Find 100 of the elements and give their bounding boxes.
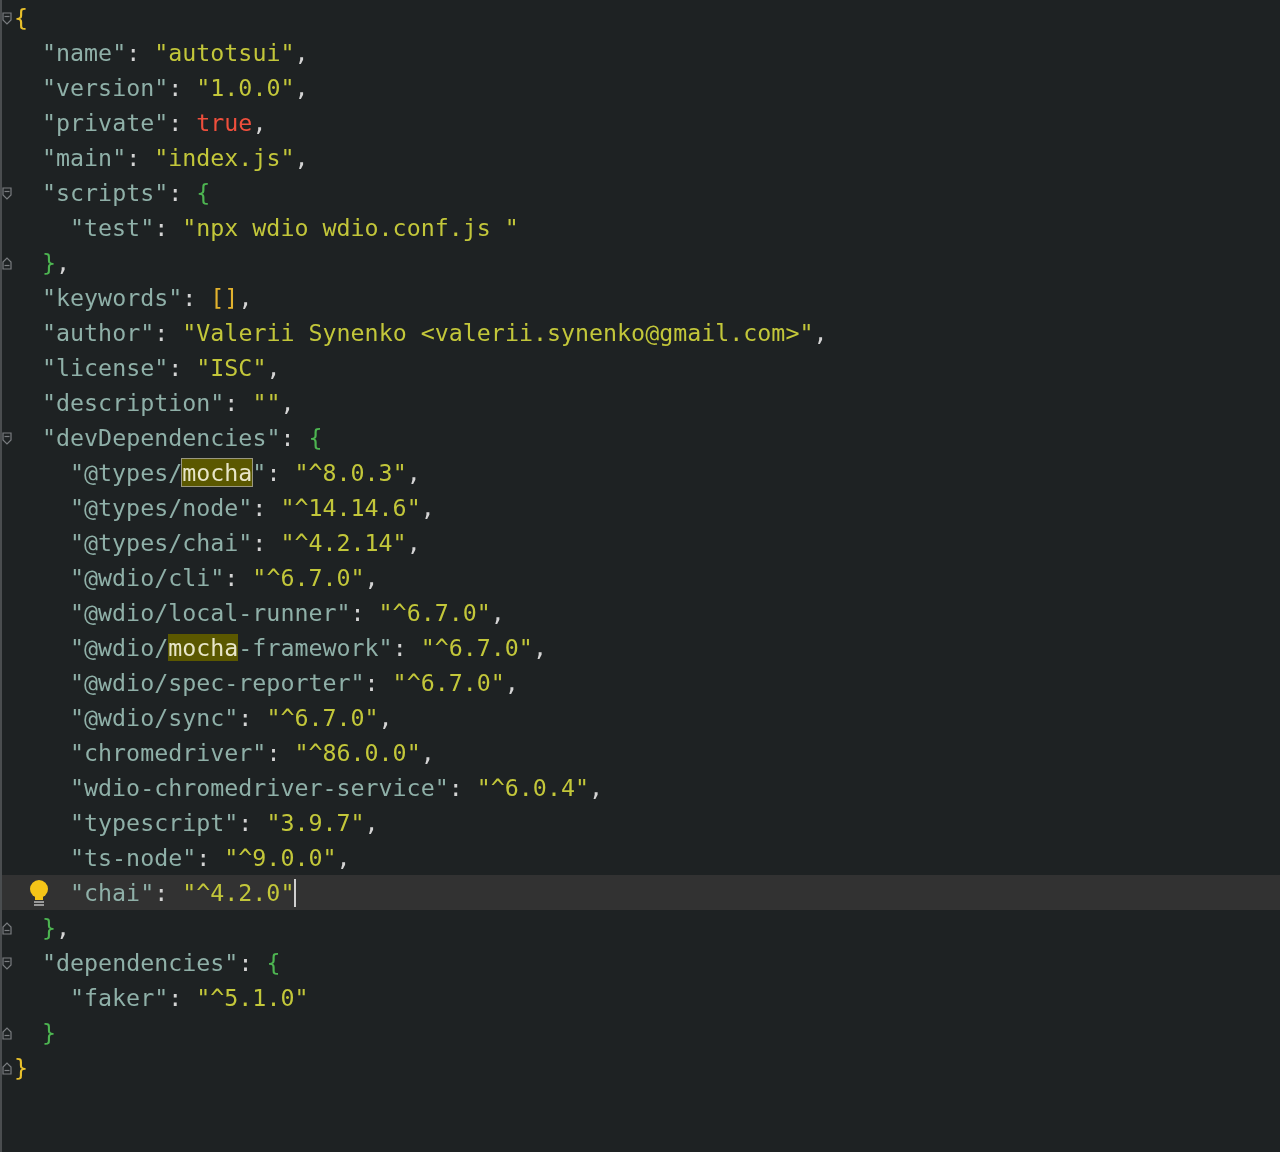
json-key: "@wdio/	[70, 634, 169, 661]
json-key: "faker"	[70, 984, 169, 1011]
json-string: "npx wdio wdio.conf.js "	[182, 214, 519, 241]
json-key: -framework"	[238, 634, 393, 661]
json-key: "chromedriver"	[70, 739, 267, 766]
json-punctuation: :	[238, 704, 254, 731]
json-punctuation: ,	[294, 74, 309, 101]
json-string: "^9.0.0"	[224, 844, 337, 871]
json-string: "^4.2.0"	[182, 879, 295, 906]
json-key: "typescript"	[70, 809, 239, 836]
json-punctuation: ,	[589, 774, 603, 801]
json-brace: {	[266, 949, 281, 976]
json-punctuation: :	[364, 669, 380, 696]
json-punctuation: ,	[266, 354, 281, 381]
json-punctuation: :	[350, 599, 366, 626]
json-punctuation: :	[280, 424, 296, 451]
json-key: "chai"	[70, 879, 155, 906]
json-key: "author"	[42, 319, 155, 346]
json-key: "@wdio/spec-reporter"	[70, 669, 365, 696]
json-key: "@wdio/cli"	[70, 564, 225, 591]
json-punctuation: ,	[364, 564, 379, 591]
json-punctuation: ,	[294, 39, 309, 66]
json-key: "@wdio/sync"	[70, 704, 239, 731]
json-key: "wdio-chromedriver-service"	[70, 774, 449, 801]
json-brace: {	[196, 179, 211, 206]
json-punctuation: :	[224, 564, 240, 591]
json-brace: }	[42, 914, 57, 941]
json-punctuation: ,	[294, 144, 309, 171]
json-punctuation: :	[392, 634, 408, 661]
json-boolean: true	[196, 109, 253, 136]
json-key: "@wdio/local-runner"	[70, 599, 351, 626]
json-punctuation: ,	[280, 389, 295, 416]
json-string: "^6.7.0"	[378, 599, 491, 626]
json-punctuation: ,	[420, 739, 435, 766]
json-punctuation: ,	[364, 809, 379, 836]
json-string: "^14.14.6"	[280, 494, 421, 521]
json-string: "^6.7.0"	[420, 634, 533, 661]
json-string: "^86.0.0"	[294, 739, 421, 766]
lightbulb-icon[interactable]	[28, 879, 50, 907]
json-punctuation: :	[126, 144, 142, 171]
json-string: "3.9.7"	[266, 809, 365, 836]
json-punctuation: :	[168, 179, 184, 206]
json-punctuation: :	[168, 354, 184, 381]
json-punctuation: :	[182, 284, 198, 311]
json-string: "^5.1.0"	[196, 984, 309, 1011]
json-punctuation: :	[224, 389, 240, 416]
json-key: "@types/node"	[70, 494, 253, 521]
json-string: "Valerii Synenko <valerii.synenko@gmail.com>"	[182, 319, 814, 346]
json-string: ""	[252, 389, 281, 416]
json-string: "^6.7.0"	[252, 564, 365, 591]
json-key: "name"	[42, 39, 127, 66]
json-key: "license"	[42, 354, 169, 381]
json-brace: }	[42, 249, 57, 276]
json-punctuation: :	[154, 879, 170, 906]
json-punctuation: ,	[238, 284, 253, 311]
json-brace: {	[14, 4, 29, 31]
text-cursor	[294, 878, 297, 907]
json-key: "@types/chai"	[70, 529, 253, 556]
json-key: "version"	[42, 74, 169, 101]
json-punctuation: :	[196, 844, 212, 871]
json-punctuation: ,	[813, 319, 828, 346]
json-punctuation: ,	[532, 634, 547, 661]
json-brace: {	[308, 424, 323, 451]
json-key: "private"	[42, 109, 169, 136]
json-string: "^4.2.14"	[280, 529, 407, 556]
json-punctuation: ,	[56, 249, 71, 276]
json-punctuation: ,	[490, 599, 505, 626]
json-punctuation: :	[154, 214, 170, 241]
json-punctuation: :	[168, 984, 184, 1011]
json-brace: }	[42, 1019, 57, 1046]
json-key: "test"	[70, 214, 155, 241]
json-string: "1.0.0"	[196, 74, 295, 101]
json-punctuation: :	[238, 809, 254, 836]
search-match-highlight: mocha	[168, 634, 239, 661]
json-string: "index.js"	[154, 144, 295, 171]
json-punctuation: ,	[378, 704, 393, 731]
json-string: "ISC"	[196, 354, 267, 381]
json-string: "^8.0.3"	[294, 459, 407, 486]
json-punctuation: ,	[420, 494, 435, 521]
json-key: "dependencies"	[42, 949, 239, 976]
json-string: "^6.7.0"	[266, 704, 379, 731]
json-key: "	[252, 459, 267, 486]
json-punctuation: :	[126, 39, 142, 66]
json-key: "devDependencies"	[42, 424, 281, 451]
json-punctuation: :	[252, 529, 268, 556]
json-punctuation: :	[168, 74, 184, 101]
json-key: "@types/	[70, 459, 183, 486]
json-bracket: []	[210, 284, 239, 311]
json-string: "^6.0.4"	[476, 774, 589, 801]
json-key: "description"	[42, 389, 225, 416]
json-punctuation: ,	[406, 529, 421, 556]
json-string: "autotsui"	[154, 39, 295, 66]
json-punctuation: :	[154, 319, 170, 346]
json-key: "scripts"	[42, 179, 169, 206]
json-punctuation: :	[168, 109, 184, 136]
json-punctuation: ,	[504, 669, 519, 696]
json-string: "^6.7.0"	[392, 669, 505, 696]
json-key: "keywords"	[42, 284, 183, 311]
json-key: "ts-node"	[70, 844, 197, 871]
json-punctuation: ,	[406, 459, 421, 486]
